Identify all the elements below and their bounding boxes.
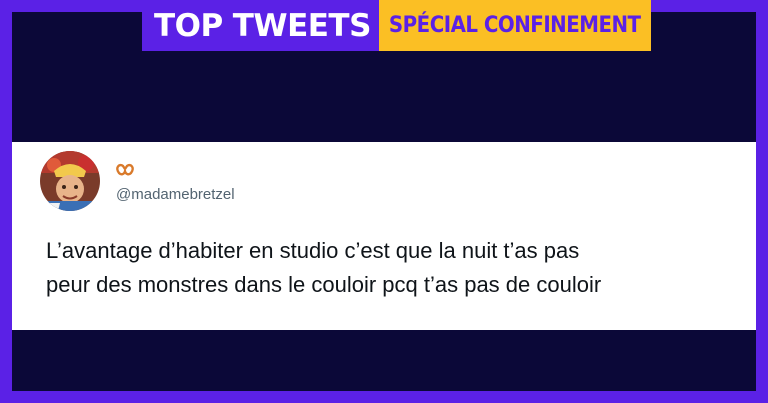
- tweet-text-line-1: L’avantage d’habiter en studio c’est que…: [46, 238, 580, 263]
- tweet-text-line-2: peur des monstres dans le couloir pcq t’…: [46, 272, 602, 297]
- top-tweets-banner: TOP TWEETS SPÉCIAL CONFINEMENT: [142, 0, 651, 51]
- avatar[interactable]: [40, 151, 100, 211]
- tweet-handle[interactable]: @madamebretzel: [116, 186, 235, 203]
- avatar-image: [40, 151, 100, 211]
- banner-title: TOP TWEETS: [142, 0, 379, 51]
- banner-subtitle-text: SPÉCIAL CONFINEMENT: [388, 13, 641, 38]
- pretzel-icon: [116, 163, 134, 176]
- banner-subtitle: SPÉCIAL CONFINEMENT: [378, 0, 651, 51]
- banner-title-top: TOP: [154, 7, 223, 44]
- tweet-card: @madamebretzel L’avantage d’habiter en s…: [12, 142, 756, 330]
- tweet-text: L’avantage d’habiter en studio c’est que…: [46, 234, 746, 302]
- banner-title-tweets: TWEETS: [232, 7, 372, 44]
